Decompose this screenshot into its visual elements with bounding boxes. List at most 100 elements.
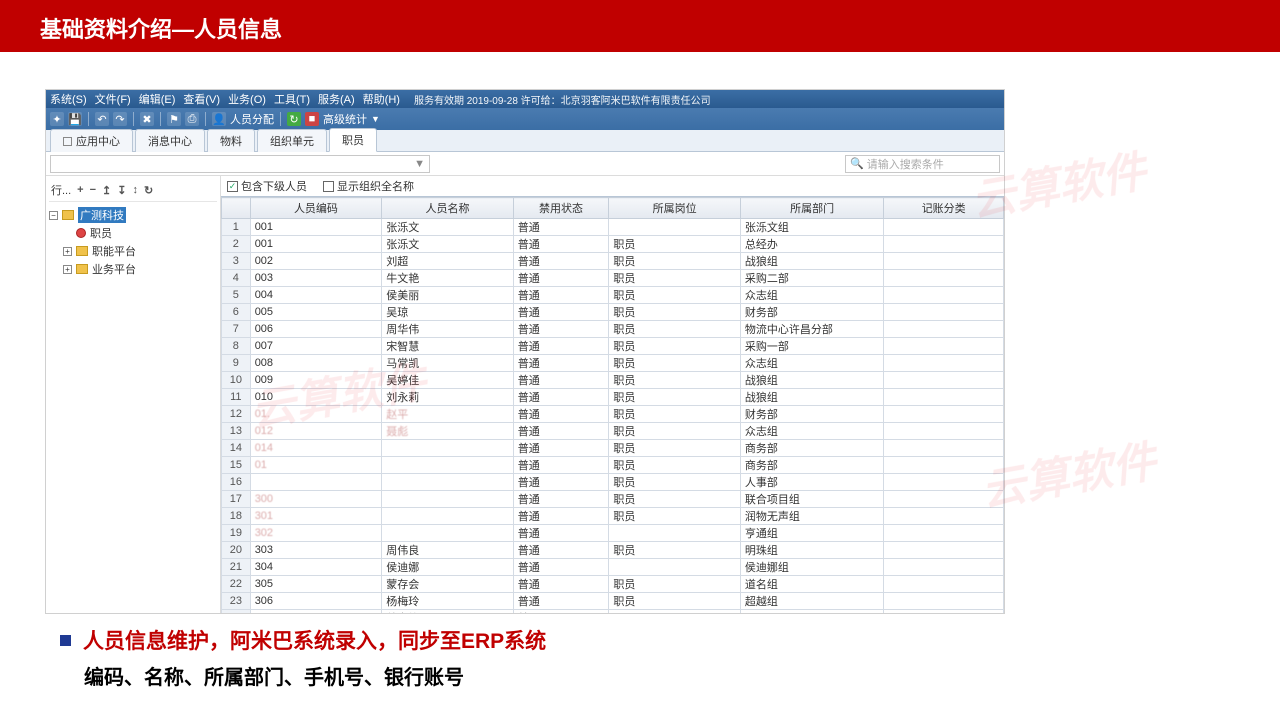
col-dept[interactable]: 所属部门 (740, 198, 883, 219)
table-row[interactable]: 19302普通亨通组 (222, 525, 1004, 542)
content-area: 行... + − ↥ ↧ ↕ ↻ −广测科技 职员 +职能平台 +业务平台 ✓包… (46, 176, 1004, 613)
user-icon[interactable]: 👤 (212, 112, 226, 126)
search-input[interactable]: 🔍 请输入搜索条件 (845, 155, 1000, 173)
table-row[interactable]: 17300普通职员联合项目组 (222, 491, 1004, 508)
table-row[interactable]: 2001张泺文普通职员总经办 (222, 236, 1004, 253)
cell-dept: 财务部 (740, 406, 883, 423)
cell-dept: 明珠组 (740, 542, 883, 559)
table-row[interactable]: 4003牛文艳普通职员采购二部 (222, 270, 1004, 287)
cell-name: 张泺文 (382, 219, 514, 236)
save-icon[interactable]: 💾 (68, 112, 82, 126)
table-row[interactable]: 21304侯迪娜普通侯迪娜组 (222, 559, 1004, 576)
table-row[interactable]: 1001张泺文普通张泺文组 (222, 219, 1004, 236)
table-row[interactable]: 6005吴琼普通职员财务部 (222, 304, 1004, 321)
tab-app-center[interactable]: 应用中心 (50, 129, 133, 152)
menu-tools[interactable]: 工具(T) (274, 91, 310, 107)
tab-message-center[interactable]: 消息中心 (135, 129, 205, 152)
menu-service[interactable]: 服务(A) (318, 91, 355, 107)
table-row[interactable]: 22305蒙存会普通职员道名组 (222, 576, 1004, 593)
tab-material[interactable]: 物料 (207, 129, 255, 152)
tree-node-functional[interactable]: +职能平台 (49, 242, 217, 260)
menu-help[interactable]: 帮助(H) (363, 91, 400, 107)
cell-status: 普通 (513, 593, 609, 610)
tree-refresh-icon[interactable]: ↻ (144, 184, 153, 197)
tree-node-employee[interactable]: 职员 (49, 224, 217, 242)
tree-up-icon[interactable]: ↥ (102, 184, 111, 197)
checkbox-include-sub[interactable]: ✓包含下级人员 (227, 178, 307, 194)
dropdown-icon[interactable]: ▼ (371, 114, 380, 124)
table-row[interactable]: 1501普通职员商务部 (222, 457, 1004, 474)
tree-branch-icon[interactable]: ↕ (132, 184, 138, 196)
cell-code: 014 (250, 440, 382, 457)
menu-file[interactable]: 文件(F) (95, 91, 131, 107)
table-row[interactable]: 8007宋智慧普通职员采购一部 (222, 338, 1004, 355)
redo-icon[interactable]: ↷ (113, 112, 127, 126)
checkbox-show-fullname[interactable]: 显示组织全名称 (323, 178, 414, 194)
table-row[interactable]: 24307曾宪礼普通职员F11 (222, 610, 1004, 614)
tree-node-business[interactable]: +业务平台 (49, 260, 217, 278)
table-row[interactable]: 5004侯美丽普通职员众志组 (222, 287, 1004, 304)
cell-code: 303 (250, 542, 382, 559)
refresh-icon[interactable]: ↻ (287, 112, 301, 126)
table-row[interactable]: 20303周伟良普通职员明珠组 (222, 542, 1004, 559)
cell-status: 普通 (513, 440, 609, 457)
cell-dept: 超越组 (740, 593, 883, 610)
cell-class (884, 236, 1004, 253)
table-row[interactable]: 23306杨梅玲普通职员超越组 (222, 593, 1004, 610)
col-rownum[interactable] (222, 198, 251, 219)
undo-icon[interactable]: ↶ (95, 112, 109, 126)
col-code[interactable]: 人员编码 (250, 198, 382, 219)
tree-down-icon[interactable]: ↧ (117, 184, 126, 197)
tree-remove-icon[interactable]: − (90, 184, 96, 196)
table-row[interactable]: 3002刘超普通职员战狼组 (222, 253, 1004, 270)
cell-code: 300 (250, 491, 382, 508)
tree-header-label[interactable]: 行... (51, 182, 71, 198)
cell-name (382, 474, 514, 491)
tab-employee[interactable]: 职员 (329, 128, 377, 152)
cell-code: 001 (250, 236, 382, 253)
menu-system[interactable]: 系统(S) (50, 91, 87, 107)
table-row[interactable]: 11010刘永莉普通职员战狼组 (222, 389, 1004, 406)
menu-business[interactable]: 业务(O) (228, 91, 266, 107)
delete-icon[interactable]: ✖ (140, 112, 154, 126)
col-name[interactable]: 人员名称 (382, 198, 514, 219)
table-row[interactable]: 16普通职员人事部 (222, 474, 1004, 491)
table-row[interactable]: 13012聂彪普通职员众志组 (222, 423, 1004, 440)
cell-rownum: 18 (222, 508, 251, 525)
cell-rownum: 14 (222, 440, 251, 457)
print-icon[interactable]: ⎙ (185, 112, 199, 126)
table-row[interactable]: 1201.赵平普通职员财务部 (222, 406, 1004, 423)
tree-root[interactable]: −广测科技 (49, 206, 217, 224)
cell-name: 聂彪 (382, 423, 514, 440)
new-icon[interactable]: ✦ (50, 112, 64, 126)
table-row[interactable]: 14014普通职员商务部 (222, 440, 1004, 457)
cell-status: 普通 (513, 270, 609, 287)
table-row[interactable]: 9008马常凯普通职员众志组 (222, 355, 1004, 372)
stop-icon[interactable]: ■ (305, 112, 319, 126)
cell-class (884, 270, 1004, 287)
cell-post (609, 219, 741, 236)
caption-block: 人员信息维护，阿米巴系统录入，同步至ERP系统 编码、名称、所属部门、手机号、银… (60, 625, 1160, 690)
table-row[interactable]: 7006周华伟普通职员物流中心许昌分部 (222, 321, 1004, 338)
tabstrip: 应用中心 消息中心 物料 组织单元 职员 (46, 130, 1004, 152)
org-tree: −广测科技 职员 +职能平台 +业务平台 (49, 202, 217, 278)
table-row[interactable]: 18301普通职员润物无声组 (222, 508, 1004, 525)
cell-name: 赵平 (382, 406, 514, 423)
col-post[interactable]: 所属岗位 (609, 198, 741, 219)
tree-add-icon[interactable]: + (77, 184, 83, 196)
allocate-button[interactable]: 人员分配 (230, 111, 274, 127)
flag-icon[interactable]: ⚑ (167, 112, 181, 126)
cell-code: 005 (250, 304, 382, 321)
menu-edit[interactable]: 编辑(E) (139, 91, 176, 107)
menu-view[interactable]: 查看(V) (183, 91, 220, 107)
grid-scroll[interactable]: 人员编码 人员名称 禁用状态 所属岗位 所属部门 记账分类 1001张泺文普通张… (221, 196, 1004, 613)
table-row[interactable]: 10009吴婷佳普通职员战狼组 (222, 372, 1004, 389)
stats-button[interactable]: 高级统计 (323, 111, 367, 127)
cell-class (884, 474, 1004, 491)
filter-dropdown[interactable]: ▼ (50, 155, 430, 173)
col-status[interactable]: 禁用状态 (513, 198, 609, 219)
cell-rownum: 24 (222, 610, 251, 614)
cell-post: 职员 (609, 508, 741, 525)
col-class[interactable]: 记账分类 (884, 198, 1004, 219)
tab-org-unit[interactable]: 组织单元 (257, 129, 327, 152)
